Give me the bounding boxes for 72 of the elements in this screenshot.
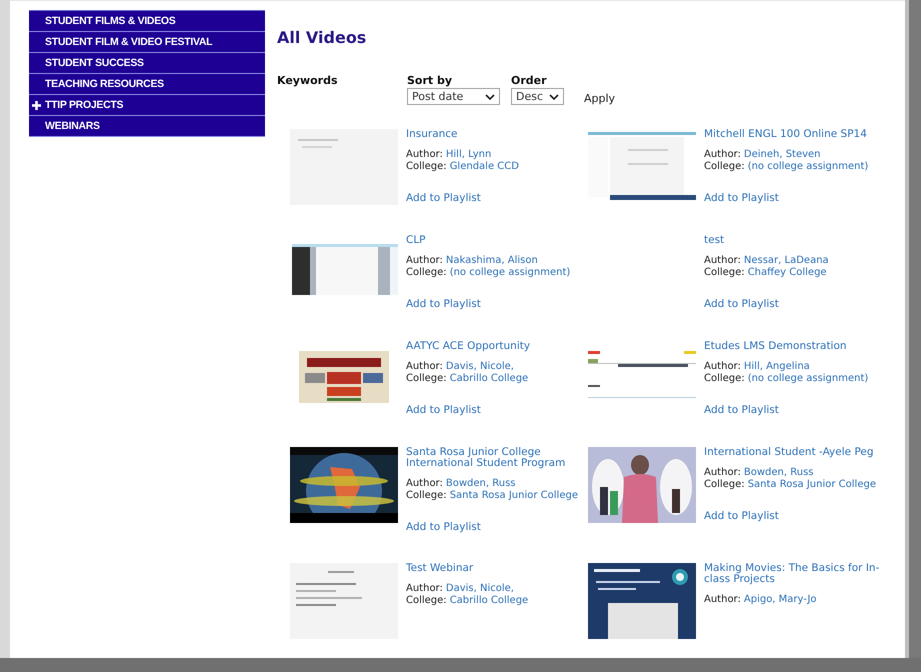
college-label: College: [704,160,745,172]
video-title-link[interactable]: Making Movies: The Basics for In-class Projects [704,563,884,585]
college-link[interactable]: Glendale CCD [450,160,519,172]
add-to-playlist-link[interactable]: Add to Playlist [704,510,779,522]
filter-label: Sort by [407,74,454,88]
college-label: College: [704,478,745,490]
author-link[interactable]: Apigo, Mary-Jo [744,594,817,605]
college-label: College: [406,160,447,172]
college-link[interactable]: Chaffey College [748,266,827,278]
add-to-playlist-link[interactable]: Add to Playlist [406,298,481,310]
chevron-icon [485,94,495,100]
author-label: Author: [406,149,443,160]
add-to-playlist-link[interactable]: Add to Playlist [406,404,481,416]
author-label: Author: [704,149,741,160]
author-label: Author: [704,255,741,266]
author-link[interactable]: Hill, Lynn [446,149,492,160]
add-to-playlist-link[interactable]: Add to Playlist [406,192,481,204]
dropdown[interactable]: Post date [407,88,500,105]
plus-icon [32,100,41,110]
author-label: Author: [406,583,443,594]
video-title-link[interactable]: Etudes LMS Demonstration [704,341,847,352]
college-link[interactable]: Santa Rosa Junior College [748,478,876,490]
author-link[interactable]: Davis, Nicole, [446,583,514,594]
chevron-icon [549,94,559,100]
dropdown[interactable]: Desc [511,88,564,105]
sidebar-item[interactable]: STUDENT SUCCESS [29,53,265,74]
author-label: Author: [704,467,741,478]
sidebar-item[interactable]: STUDENT FILM & VIDEO FESTIVAL [29,32,265,53]
page-title: All Videos [277,28,368,48]
author-label: Author: [406,361,443,372]
college-label: College: [704,372,745,384]
add-to-playlist-link[interactable]: Add to Playlist [704,298,779,310]
author-label: Author: [704,361,741,372]
college-label: College: [406,594,447,606]
author-link[interactable]: Hill, Angelina [744,361,810,372]
video-title-link[interactable]: Test Webinar [406,563,474,574]
sidebar-item[interactable]: TEACHING RESOURCES [29,74,265,95]
author-link[interactable]: Bowden, Russ [446,478,516,489]
college-label: College: [704,266,745,278]
college-link[interactable]: (no college assignment) [748,160,868,172]
video-title-link[interactable]: CLP [406,235,426,246]
filter-label: Keywords [277,74,339,88]
author-link[interactable]: Nakashima, Alison [446,255,538,266]
filter-label: Order [511,74,548,88]
author-link[interactable]: Nessar, LaDeana [744,255,829,266]
college-link[interactable]: Cabrillo College [450,372,528,384]
college-label: College: [406,372,447,384]
author-label: Author: [704,594,741,605]
college-label: College: [406,266,447,278]
author-label: Author: [406,478,443,489]
video-title-link[interactable]: AATYC ACE Opportunity [406,341,530,352]
video-title-link[interactable]: test [704,235,724,246]
video-title-link[interactable]: Mitchell ENGL 100 Online SP14 [704,129,867,140]
add-to-playlist-link[interactable]: Add to Playlist [406,521,481,533]
sidebar-item[interactable]: WEBINARS [29,116,265,137]
sidebar-item[interactable]: TTIP PROJECTS [29,95,265,116]
video-title-link[interactable]: Insurance [406,129,458,140]
author-link[interactable]: Davis, Nicole, [446,361,514,372]
video-title-link[interactable]: International Student -Ayele Peg [704,447,874,458]
video-title-link[interactable]: Santa Rosa Junior College International Student Program [406,447,586,469]
college-link[interactable]: Cabrillo College [450,594,528,606]
sidebar-item[interactable]: STUDENT FILMS & VIDEOS [29,11,265,32]
author-link[interactable]: Bowden, Russ [744,467,814,478]
add-to-playlist-link[interactable]: Add to Playlist [704,192,779,204]
college-label: College: [406,490,447,500]
author-label: Author: [406,255,443,266]
college-link[interactable]: (no college assignment) [450,266,570,278]
college-link[interactable]: Santa Rosa Junior College [450,490,578,500]
add-to-playlist-link[interactable]: Add to Playlist [704,404,779,416]
college-link[interactable]: (no college assignment) [748,372,868,384]
author-link[interactable]: Deineh, Steven [744,149,821,160]
apply-button[interactable]: Apply [584,92,616,105]
